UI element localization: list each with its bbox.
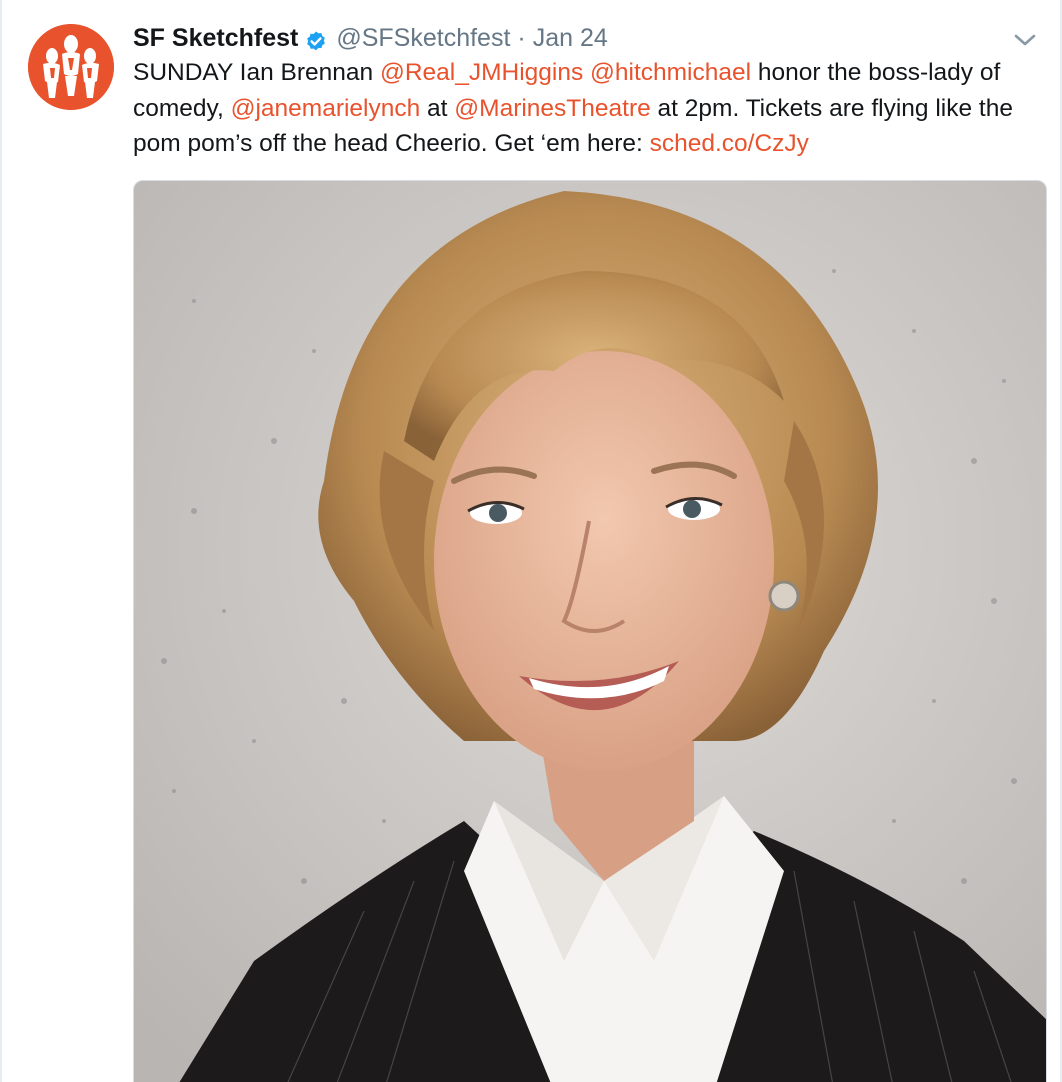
chevron-down-icon[interactable] [1012, 30, 1038, 50]
text-segment: pom pom’s off the head Cheerio. Get ‘em … [133, 130, 650, 157]
tweet-photo[interactable] [133, 180, 1047, 1082]
mention-link[interactable]: @Real_JMHiggins [380, 59, 583, 86]
sf-sketchfest-logo-icon [28, 24, 114, 110]
text-segment: at 2pm. Tickets are flying like the [650, 94, 1013, 122]
tweet-card: SF Sketchfest @SFSketchfest · Jan 24 SUN… [0, 0, 1062, 1082]
tweet-text-line: comedy, @janemarielynch at @MarinesTheat… [133, 91, 1043, 127]
mention-link[interactable]: @MarinesTheatre [454, 95, 650, 122]
mention-link[interactable]: @janemarielynch [231, 95, 421, 122]
tweet-header: SF Sketchfest @SFSketchfest · Jan 24 [133, 18, 608, 58]
text-segment [583, 59, 590, 86]
separator-dot: · [517, 24, 526, 52]
mention-link[interactable]: @hitchmichael [590, 59, 751, 86]
url-link[interactable]: sched.co/CzJy [650, 130, 809, 157]
author-name[interactable]: SF Sketchfest [133, 18, 298, 58]
profile-avatar[interactable] [28, 24, 114, 110]
author-handle[interactable]: @SFSketchfest [336, 18, 510, 58]
text-segment: at [420, 94, 455, 122]
text-segment: SUNDAY Ian Brennan [133, 59, 380, 86]
tweet-text: SUNDAY Ian Brennan @Real_JMHiggins @hitc… [133, 55, 1043, 162]
portrait-image [134, 181, 1046, 1082]
text-segment: comedy, [133, 94, 231, 122]
tweet-text-line: SUNDAY Ian Brennan @Real_JMHiggins @hitc… [133, 55, 1043, 91]
tweet-date[interactable]: Jan 24 [533, 18, 608, 58]
tweet-text-line: pom pom’s off the head Cheerio. Get ‘em … [133, 126, 1043, 162]
text-segment: honor the boss-lady of [751, 59, 1001, 86]
verified-badge-icon [304, 26, 328, 51]
